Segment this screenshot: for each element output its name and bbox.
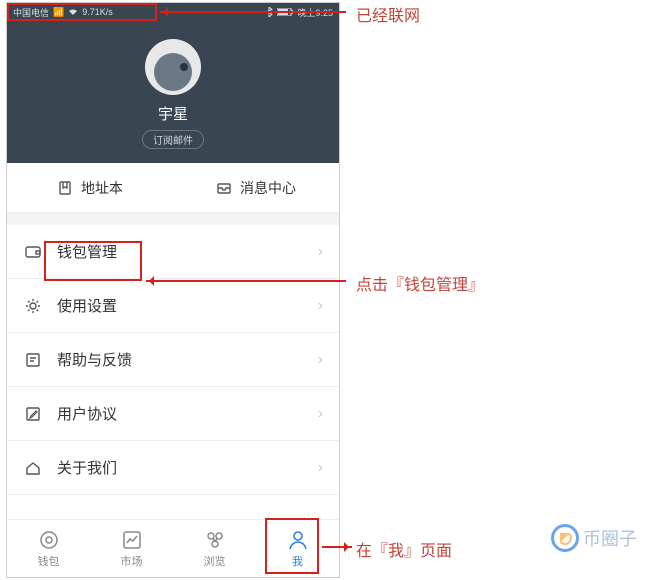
- settings-label: 使用设置: [57, 295, 318, 316]
- help-label: 帮助与反馈: [57, 349, 318, 370]
- annotation-arrow: [322, 546, 352, 548]
- bookmark-icon: [57, 180, 73, 196]
- agreement-label: 用户协议: [57, 403, 318, 424]
- document-icon: [23, 404, 43, 424]
- chevron-right-icon: ›: [318, 297, 323, 315]
- menu-list: 钱包管理 › 使用设置 › 帮助与反馈 › 用户协议 ›: [7, 225, 339, 495]
- watermark-logo-icon: [551, 524, 579, 552]
- wifi-icon: [68, 8, 78, 16]
- inbox-icon: [216, 180, 232, 196]
- chevron-right-icon: ›: [318, 459, 323, 477]
- tab-browse[interactable]: 浏览: [173, 520, 256, 577]
- annotation-networked: 已经联网: [356, 2, 420, 26]
- phone-frame: 中国电信 📶 9.71K/s 晚上9:25 宇星 订阅邮件: [6, 2, 340, 578]
- browse-tab-icon: [204, 529, 226, 551]
- watermark-text: 币圈子: [583, 525, 637, 551]
- annotation-arrow: [160, 11, 346, 13]
- tab-browse-label: 浏览: [204, 553, 226, 569]
- profile-header: 宇星 订阅邮件: [7, 21, 339, 163]
- signal-icon: 📶: [53, 7, 64, 18]
- help-row[interactable]: 帮助与反馈 ›: [7, 333, 339, 387]
- settings-row[interactable]: 使用设置 ›: [7, 279, 339, 333]
- username-label: 宇星: [7, 103, 339, 124]
- annotation-click-wallet: 点击『钱包管理』: [356, 271, 484, 295]
- message-center-button[interactable]: 消息中心: [173, 163, 339, 212]
- chevron-right-icon: ›: [318, 351, 323, 369]
- wallet-tab-icon: [38, 529, 60, 551]
- tab-market-label: 市场: [121, 553, 143, 569]
- help-icon: [23, 350, 43, 370]
- net-speed: 9.71K/s: [82, 7, 113, 17]
- home-icon: [23, 458, 43, 478]
- section-divider: [7, 213, 339, 225]
- quick-actions: 地址本 消息中心: [7, 163, 339, 213]
- wallet-icon: [23, 242, 43, 262]
- about-row[interactable]: 关于我们 ›: [7, 441, 339, 495]
- watermark: 币圈子: [551, 524, 637, 552]
- carrier-label: 中国电信: [13, 6, 49, 19]
- market-tab-icon: [121, 529, 143, 551]
- wallet-manage-label: 钱包管理: [57, 241, 318, 262]
- chevron-right-icon: ›: [318, 405, 323, 423]
- tab-wallet-label: 钱包: [38, 553, 60, 569]
- tab-me[interactable]: 我: [256, 520, 339, 577]
- subscribe-button[interactable]: 订阅邮件: [142, 130, 204, 149]
- about-label: 关于我们: [57, 457, 318, 478]
- tab-market[interactable]: 市场: [90, 520, 173, 577]
- tab-me-label: 我: [292, 553, 303, 569]
- agreement-row[interactable]: 用户协议 ›: [7, 387, 339, 441]
- address-book-label: 地址本: [81, 178, 123, 198]
- message-center-label: 消息中心: [240, 178, 296, 198]
- tab-bar: 钱包 市场 浏览 我: [7, 519, 339, 577]
- annotation-me-page: 在『我』页面: [356, 537, 452, 561]
- chevron-right-icon: ›: [318, 243, 323, 261]
- person-tab-icon: [287, 529, 309, 551]
- wallet-manage-row[interactable]: 钱包管理 ›: [7, 225, 339, 279]
- annotation-arrow: [146, 280, 346, 282]
- avatar[interactable]: [145, 39, 201, 95]
- tab-wallet[interactable]: 钱包: [7, 520, 90, 577]
- gear-icon: [23, 296, 43, 316]
- address-book-button[interactable]: 地址本: [7, 163, 173, 212]
